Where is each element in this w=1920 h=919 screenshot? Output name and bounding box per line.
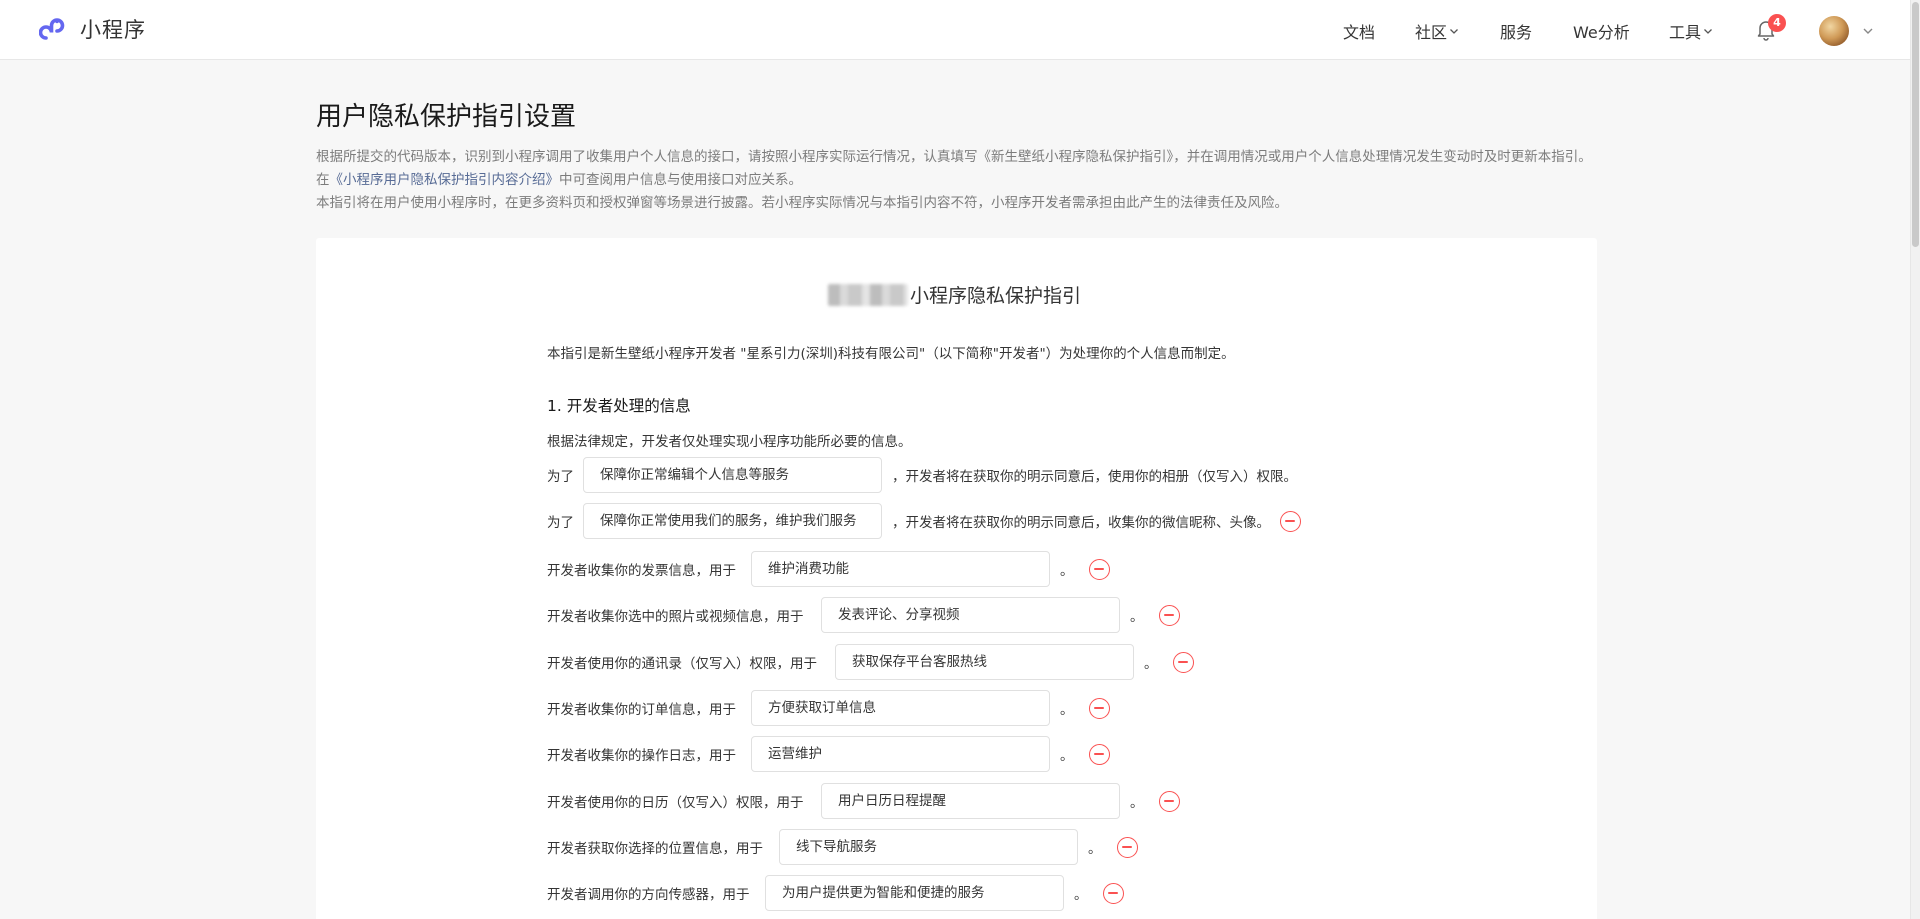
row-tail-text: 。 xyxy=(1060,702,1074,718)
blurred-app-name xyxy=(828,283,908,306)
remove-item-icon[interactable] xyxy=(1159,604,1180,626)
info-item-row: 开发者收集你的发票信息，用于 维护消费功能 。 xyxy=(547,551,1110,587)
info-item-row: 开发者获取你选择的位置信息，用于 线下导航服务 。 xyxy=(547,829,1138,865)
info-item-row: 为了 保障你正常使用我们的服务，维护我们服务 ，开发者将在获取你的明示同意后，收… xyxy=(547,503,1301,539)
notification-badge: 4 xyxy=(1768,14,1786,32)
mini-program-logo-icon xyxy=(39,18,65,40)
row-tail-text: 。 xyxy=(1088,841,1102,857)
purpose-input[interactable]: 保障你正常编辑个人信息等服务 xyxy=(583,457,882,493)
row-lead-text: 为了 xyxy=(547,469,574,485)
purpose-input[interactable]: 运营维护 xyxy=(751,736,1050,772)
row-tail-text: 。 xyxy=(1144,656,1158,672)
purpose-input[interactable]: 线下导航服务 xyxy=(779,829,1078,865)
page-title: 用户隐私保护指引设置 xyxy=(316,102,577,132)
chevron-down-icon[interactable] xyxy=(1862,25,1874,37)
row-lead-text: 为了 xyxy=(547,515,574,531)
remove-item-icon[interactable] xyxy=(1117,836,1138,858)
privacy-guide-intro-link[interactable]: 《小程序用户隐私保护指引内容介绍》 xyxy=(330,172,560,188)
info-item-row: 开发者收集你的订单信息，用于 方便获取订单信息 。 xyxy=(547,690,1110,726)
row-tail-text: 。 xyxy=(1130,795,1144,811)
logo-text: 小程序 xyxy=(80,18,146,42)
guide-title: 小程序隐私保护指引 xyxy=(828,281,1081,308)
nav-community-label: 社区 xyxy=(1415,23,1448,42)
row-lead-text: 开发者调用你的方向传感器，用于 xyxy=(547,887,750,903)
nav-docs-label: 文档 xyxy=(1343,23,1376,42)
row-tail-text: 。 xyxy=(1074,887,1088,903)
chevron-down-icon xyxy=(1450,29,1458,34)
row-lead-text: 开发者收集你的操作日志，用于 xyxy=(547,748,736,764)
guide-title-text: 小程序隐私保护指引 xyxy=(910,285,1082,307)
row-tail-text: 。 xyxy=(1060,563,1074,579)
info-item-row: 开发者使用你的通讯录（仅写入）权限，用于 获取保存平台客服热线 。 xyxy=(547,644,1194,680)
remove-item-icon[interactable] xyxy=(1089,743,1110,765)
info-item-row: 为了 保障你正常编辑个人信息等服务 ，开发者将在获取你的明示同意后，使用你的相册… xyxy=(547,457,1297,493)
purpose-input[interactable]: 方便获取订单信息 xyxy=(751,690,1050,726)
row-lead-text: 开发者使用你的日历（仅写入）权限，用于 xyxy=(547,795,804,811)
row-tail-text: 。 xyxy=(1060,748,1074,764)
row-tail-text: ，开发者将在获取你的明示同意后，使用你的相册（仅写入）权限。 xyxy=(892,469,1297,485)
row-tail-text: 。 xyxy=(1130,609,1144,625)
info-item-row: 开发者收集你选中的照片或视频信息，用于 发表评论、分享视频 。 xyxy=(547,597,1180,633)
remove-item-icon[interactable] xyxy=(1103,882,1124,904)
remove-item-icon[interactable] xyxy=(1089,558,1110,580)
row-lead-text: 开发者使用你的通讯录（仅写入）权限，用于 xyxy=(547,656,817,672)
info-item-row: 开发者调用你的方向传感器，用于 为用户提供更为智能和便捷的服务 。 xyxy=(547,875,1124,911)
logo[interactable]: 小程序 xyxy=(39,13,146,45)
row-lead-text: 开发者收集你的发票信息，用于 xyxy=(547,563,736,579)
purpose-input[interactable]: 发表评论、分享视频 xyxy=(821,597,1120,633)
nav-services-label: 服务 xyxy=(1500,23,1533,42)
nav-tools-label: 工具 xyxy=(1669,23,1702,42)
nav-tools[interactable]: 工具 xyxy=(1669,19,1713,43)
row-lead-text: 开发者获取你选择的位置信息，用于 xyxy=(547,841,763,857)
purpose-input[interactable]: 为用户提供更为智能和便捷的服务 xyxy=(765,875,1064,911)
row-lead-text: 开发者收集你的订单信息，用于 xyxy=(547,702,736,718)
nav-services[interactable]: 服务 xyxy=(1500,19,1532,43)
nav-docs[interactable]: 文档 xyxy=(1343,19,1375,43)
remove-item-icon[interactable] xyxy=(1159,790,1180,812)
intro-line1-tail: 中可查阅用户信息与使用接口对应关系。 xyxy=(559,172,802,188)
section-description: 根据法律规定，开发者仅处理实现小程序功能所必要的信息。 xyxy=(547,434,912,450)
purpose-input[interactable]: 维护消费功能 xyxy=(751,551,1050,587)
remove-item-icon[interactable] xyxy=(1173,651,1194,673)
info-item-row: 开发者收集你的操作日志，用于 运营维护 。 xyxy=(547,736,1110,772)
intro-text: 根据所提交的代码版本，识别到小程序调用了收集用户个人信息的接口，请按照小程序实际… xyxy=(316,146,1596,215)
row-tail-text: ，开发者将在获取你的明示同意后，收集你的微信昵称、头像。 xyxy=(892,515,1270,531)
remove-item-icon[interactable] xyxy=(1089,697,1110,719)
scrollbar-thumb[interactable] xyxy=(1912,2,1919,247)
nav-we-analytics-label: We分析 xyxy=(1573,23,1630,42)
top-navigation-bar: 小程序 文档 社区 服务 We分析 工具 4 xyxy=(0,0,1910,60)
purpose-input[interactable]: 用户日历日程提醒 xyxy=(821,783,1120,819)
intro-line2: 本指引将在用户使用小程序时，在更多资料页和授权弹窗等场景进行披露。若小程序实际情… xyxy=(316,195,1288,211)
purpose-input[interactable]: 获取保存平台客服热线 xyxy=(835,644,1134,680)
remove-item-icon[interactable] xyxy=(1280,510,1301,532)
chevron-down-icon xyxy=(1704,29,1712,34)
guide-statement: 本指引是新生壁纸小程序开发者 "星系引力(深圳)科技有限公司"（以下简称"开发者… xyxy=(547,346,1235,362)
info-item-row: 开发者使用你的日历（仅写入）权限，用于 用户日历日程提醒 。 xyxy=(547,783,1180,819)
nav-community[interactable]: 社区 xyxy=(1415,19,1459,43)
user-avatar[interactable] xyxy=(1819,16,1849,46)
purpose-input[interactable]: 保障你正常使用我们的服务，维护我们服务 xyxy=(583,503,882,539)
section-title: 1. 开发者处理的信息 xyxy=(547,397,691,415)
row-lead-text: 开发者收集你选中的照片或视频信息，用于 xyxy=(547,609,804,625)
nav-we-analytics[interactable]: We分析 xyxy=(1573,19,1630,43)
